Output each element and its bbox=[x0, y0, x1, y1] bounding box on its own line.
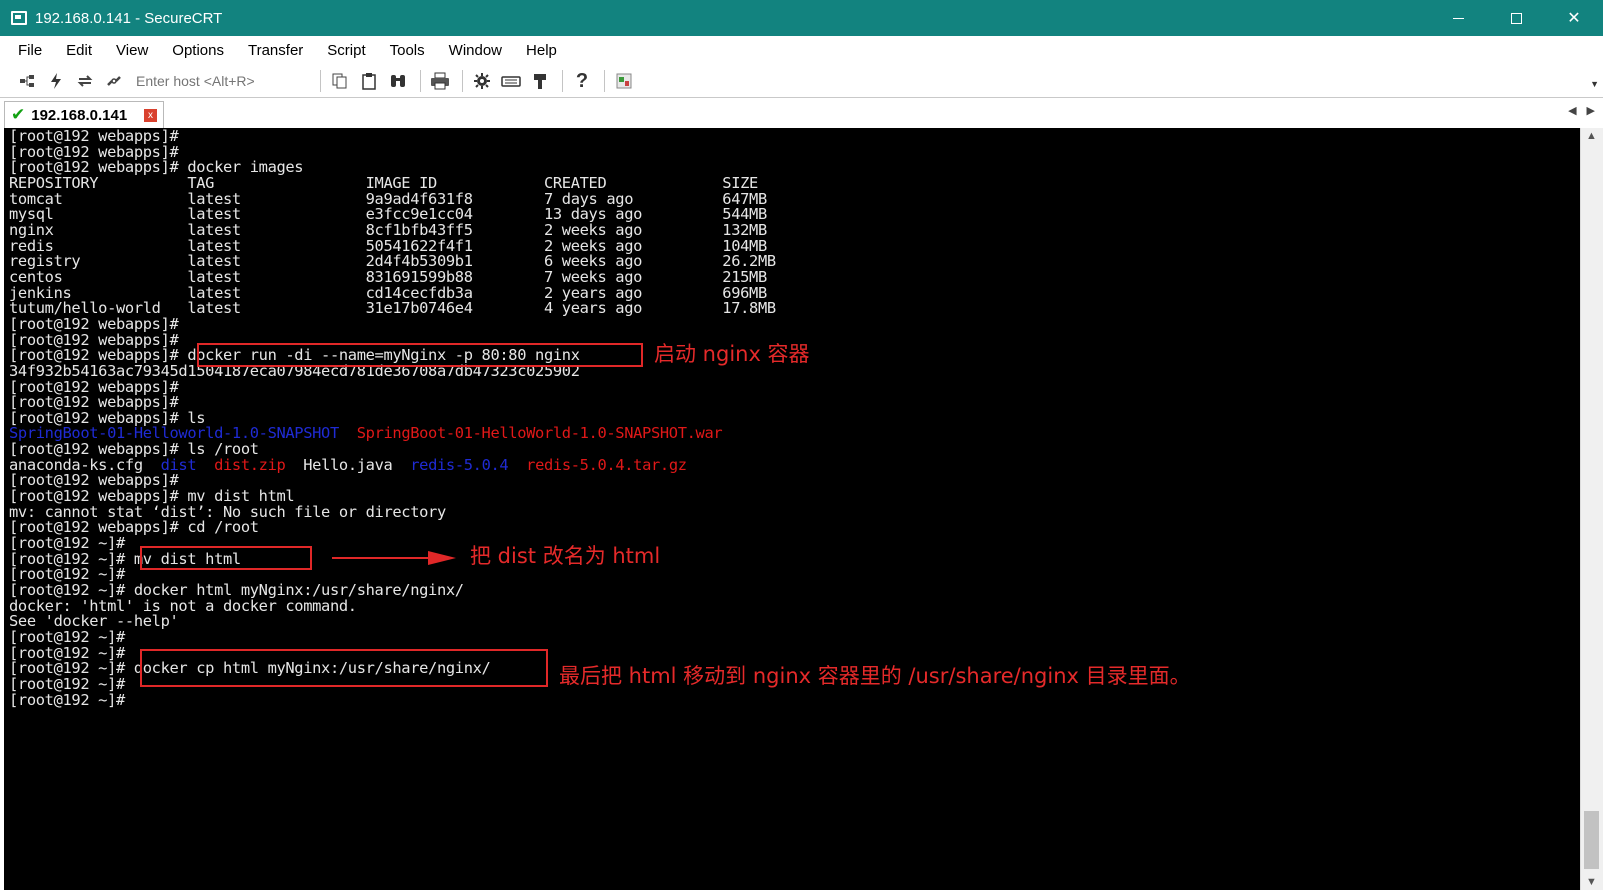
menu-tools[interactable]: Tools bbox=[378, 42, 437, 59]
menu-script[interactable]: Script bbox=[315, 42, 377, 59]
terminal-view[interactable]: [root@192 webapps]# [root@192 webapps]# … bbox=[4, 128, 1580, 890]
reconnect-icon[interactable] bbox=[72, 68, 98, 94]
terminal-output: [root@192 webapps]# [root@192 webapps]# … bbox=[9, 128, 776, 709]
annotation-start-nginx: 启动 nginx 容器 bbox=[654, 342, 810, 366]
disconnect-icon[interactable] bbox=[101, 68, 127, 94]
maximize-icon bbox=[1510, 12, 1522, 24]
session-tab[interactable]: ✔ 192.168.0.141 x bbox=[4, 101, 164, 128]
session-tab-label: 192.168.0.141 bbox=[31, 106, 128, 124]
toolbar-separator bbox=[604, 70, 605, 92]
securecrt-app-icon bbox=[11, 11, 27, 25]
close-button[interactable]: ✕ bbox=[1545, 0, 1603, 36]
tab-scroll-left-icon[interactable]: ◀ bbox=[1568, 105, 1576, 117]
toolbar-separator bbox=[562, 70, 563, 92]
tab-close-icon[interactable]: x bbox=[144, 109, 157, 122]
session-tab-bar: ✔ 192.168.0.141 x ◀ ▶ bbox=[0, 98, 1603, 128]
copy-icon[interactable] bbox=[327, 68, 353, 94]
maximize-button[interactable] bbox=[1487, 0, 1545, 36]
toolbar-separator bbox=[462, 70, 463, 92]
terminal-line: [root@192 ~]# bbox=[9, 691, 125, 709]
settings-icon[interactable] bbox=[469, 68, 495, 94]
annotation-arrow bbox=[332, 551, 456, 565]
sftp-icon[interactable] bbox=[527, 68, 553, 94]
scroll-up-icon[interactable]: ▲ bbox=[1586, 130, 1597, 142]
highlight-mv-dist bbox=[140, 546, 312, 570]
minimize-icon bbox=[1452, 17, 1464, 19]
menu-edit[interactable]: Edit bbox=[54, 42, 104, 59]
menu-view[interactable]: View bbox=[104, 42, 160, 59]
close-icon: ✕ bbox=[1567, 10, 1581, 27]
scroll-thumb[interactable] bbox=[1584, 811, 1599, 869]
quick-connect-icon[interactable] bbox=[43, 68, 69, 94]
tab-scroll-arrows: ◀ ▶ bbox=[1558, 104, 1595, 117]
menu-file[interactable]: File bbox=[6, 42, 54, 59]
annotation-move-html: 最后把 html 移动到 nginx 容器里的 /usr/share/nginx… bbox=[559, 664, 1191, 688]
terminal-scrollbar[interactable]: ▲ ▼ bbox=[1580, 128, 1603, 890]
minimize-button[interactable] bbox=[1429, 0, 1487, 36]
toolbar-separator bbox=[320, 70, 321, 92]
window-controls: ✕ bbox=[1429, 0, 1603, 36]
print-icon[interactable] bbox=[427, 68, 453, 94]
title-bar: 192.168.0.141 - SecureCRT ✕ bbox=[0, 0, 1603, 36]
connect-icon[interactable] bbox=[14, 68, 40, 94]
highlight-docker-cp bbox=[140, 649, 548, 687]
annotation-rename-dist: 把 dist 改名为 html bbox=[470, 544, 661, 568]
terminal-text-segment: [root@192 ~]# bbox=[9, 690, 125, 709]
menu-bar: File Edit View Options Transfer Script T… bbox=[0, 36, 1603, 65]
terminal-text-segment: SpringBoot-01-HelloWorld-1.0-SNAPSHOT.wa… bbox=[356, 424, 723, 443]
highlight-docker-run bbox=[197, 343, 643, 367]
terminal-text-segment: redis-5.0.4 bbox=[410, 455, 509, 474]
toolbar-separator bbox=[420, 70, 421, 92]
scroll-down-icon[interactable]: ▼ bbox=[1586, 876, 1597, 888]
terminal-text-segment: redis-5.0.4.tar.gz bbox=[526, 455, 687, 474]
toolbar-overflow-icon[interactable]: ▼ bbox=[1590, 79, 1599, 89]
menu-transfer[interactable]: Transfer bbox=[236, 42, 315, 59]
find-icon[interactable] bbox=[385, 68, 411, 94]
window-title: 192.168.0.141 - SecureCRT bbox=[35, 9, 223, 27]
paste-icon[interactable] bbox=[356, 68, 382, 94]
keymap-icon[interactable] bbox=[498, 68, 524, 94]
help-icon[interactable]: ? bbox=[569, 68, 595, 94]
menu-options[interactable]: Options bbox=[160, 42, 236, 59]
toolbar: ? ▼ bbox=[0, 65, 1603, 98]
menu-help[interactable]: Help bbox=[514, 42, 569, 59]
terminal-text-segment: Hello.java bbox=[285, 455, 411, 474]
about-icon[interactable] bbox=[611, 68, 637, 94]
tab-scroll-right-icon[interactable]: ▶ bbox=[1587, 105, 1595, 117]
menu-window[interactable]: Window bbox=[437, 42, 514, 59]
host-input[interactable] bbox=[136, 69, 306, 93]
terminal-text-segment: dist.zip bbox=[214, 455, 286, 474]
connected-check-icon: ✔ bbox=[11, 105, 26, 124]
